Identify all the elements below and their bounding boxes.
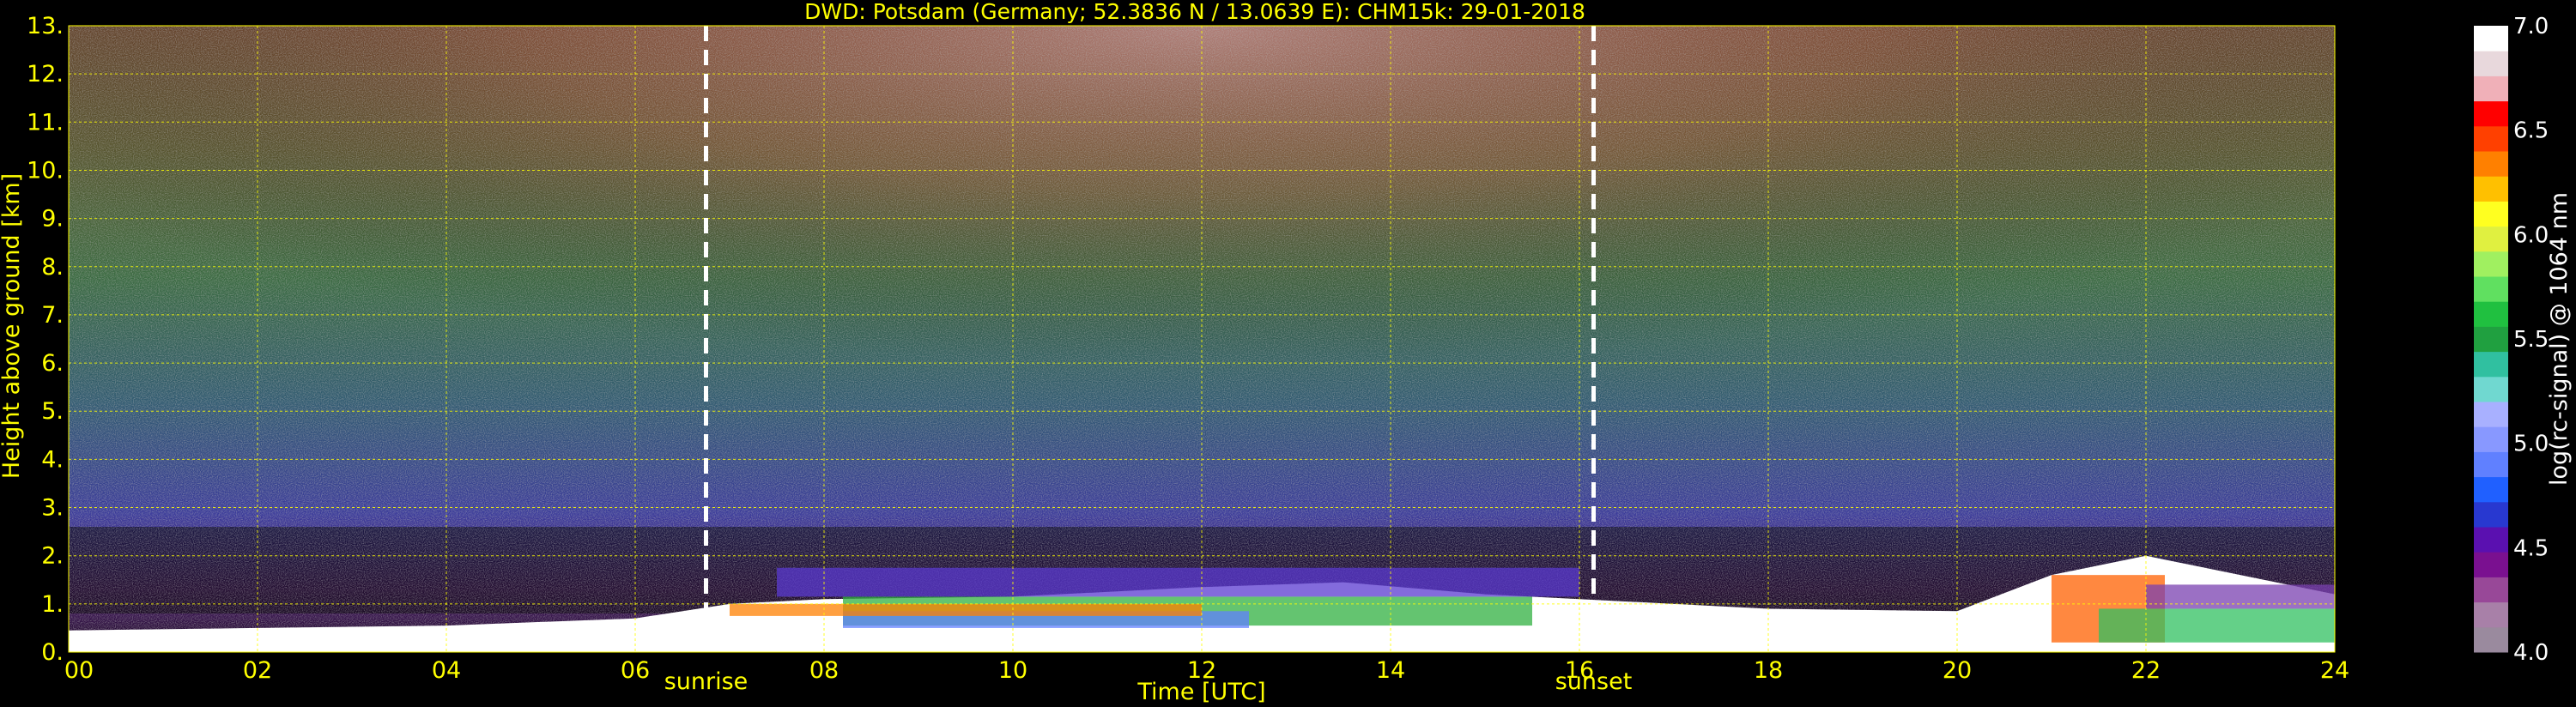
colorbar-segment xyxy=(2474,276,2508,302)
x-tick-label: 22 xyxy=(2131,657,2161,684)
x-tick-label: 08 xyxy=(809,657,839,684)
x-tick-label: 06 xyxy=(621,657,650,684)
y-tick-label: 1. xyxy=(41,591,64,618)
colorbar-segment xyxy=(2474,151,2508,177)
colorbar-segment xyxy=(2474,100,2508,127)
residual-layer-purple xyxy=(777,567,1579,597)
x-tick-label: 24 xyxy=(2320,657,2349,684)
y-tick-label: 3. xyxy=(41,495,64,522)
y-tick-label: 8. xyxy=(41,254,64,281)
sunrise-label: sunrise xyxy=(664,668,749,695)
x-axis-label: Time [UTC] xyxy=(1136,679,1265,705)
y-axis-label: Height above ground [km] xyxy=(0,173,25,479)
colorbar-segment xyxy=(2474,226,2508,252)
y-tick-label: 9. xyxy=(41,206,64,233)
colorbar-tick-label: 5.0 xyxy=(2513,432,2549,457)
y-tick-label: 6. xyxy=(41,350,64,377)
colorbar-segment xyxy=(2474,626,2508,653)
colorbar-segment xyxy=(2474,201,2508,227)
y-tick-label: 13. xyxy=(27,13,64,39)
colorbar-segment xyxy=(2474,402,2508,427)
y-tick-label: 10. xyxy=(27,157,64,184)
colorbar-tick-label: 4.5 xyxy=(2513,535,2549,561)
colorbar-segment xyxy=(2474,76,2508,102)
late-layer-purple xyxy=(2146,584,2335,609)
y-tick-label: 7. xyxy=(41,302,64,329)
x-tick-label: 00 xyxy=(64,657,94,684)
colorbar-tick-label: 4.0 xyxy=(2513,640,2549,666)
ceilometer-chart: sunrise sunset 00 02 04 06 08 10 12 14 16 18 20 22 24… xyxy=(0,0,2576,707)
colorbar-segment xyxy=(2474,577,2508,603)
colorbar-segment xyxy=(2474,301,2508,327)
colorbar-segment xyxy=(2474,51,2508,76)
aerosol-band-orange xyxy=(730,603,1202,616)
x-tick-label: 02 xyxy=(243,657,272,684)
x-tick-label: 10 xyxy=(998,657,1027,684)
colorbar-segment xyxy=(2474,125,2508,152)
y-tick-label: 11. xyxy=(27,109,64,136)
colorbar-segment xyxy=(2474,451,2508,478)
colorbar-segment xyxy=(2474,476,2508,503)
colorbar-segment xyxy=(2474,501,2508,528)
colorbar-segment xyxy=(2474,552,2508,577)
colorbar-segment xyxy=(2474,527,2508,553)
colorbar-segment xyxy=(2474,251,2508,277)
y-tick-label: 0. xyxy=(41,639,64,666)
colorbar-segment xyxy=(2474,326,2508,353)
colorbar-segment xyxy=(2474,376,2508,402)
colorbar-segment xyxy=(2474,601,2508,628)
colorbar-segment xyxy=(2474,426,2508,452)
chart-title: DWD: Potsdam (Germany; 52.3836 N / 13.06… xyxy=(804,0,1585,24)
y-tick-label: 4. xyxy=(41,446,64,473)
colorbar-segment xyxy=(2474,26,2508,51)
colorbar-tick-label: 5.5 xyxy=(2513,327,2549,353)
y-tick-label: 12. xyxy=(27,61,64,88)
y-tick-label: 2. xyxy=(41,543,64,570)
colorbar-segment xyxy=(2474,351,2508,378)
y-tick-label: 5. xyxy=(41,398,64,425)
x-tick-label: 04 xyxy=(432,657,461,684)
colorbar-tick-label: 7.0 xyxy=(2513,14,2549,39)
colorbar-segment xyxy=(2474,176,2508,202)
late-layer-green xyxy=(2099,608,2335,643)
x-tick-label: 16 xyxy=(1565,657,1594,684)
x-tick-label: 18 xyxy=(1754,657,1783,684)
colorbar-tick-label: 6.0 xyxy=(2513,222,2549,248)
x-tick-label: 14 xyxy=(1376,657,1405,684)
colorbar-tick-label: 6.5 xyxy=(2513,118,2549,144)
colorbar-label: log(rc-signal) @ 1064 nm xyxy=(2546,192,2573,486)
x-tick-label: 20 xyxy=(1943,657,1972,684)
